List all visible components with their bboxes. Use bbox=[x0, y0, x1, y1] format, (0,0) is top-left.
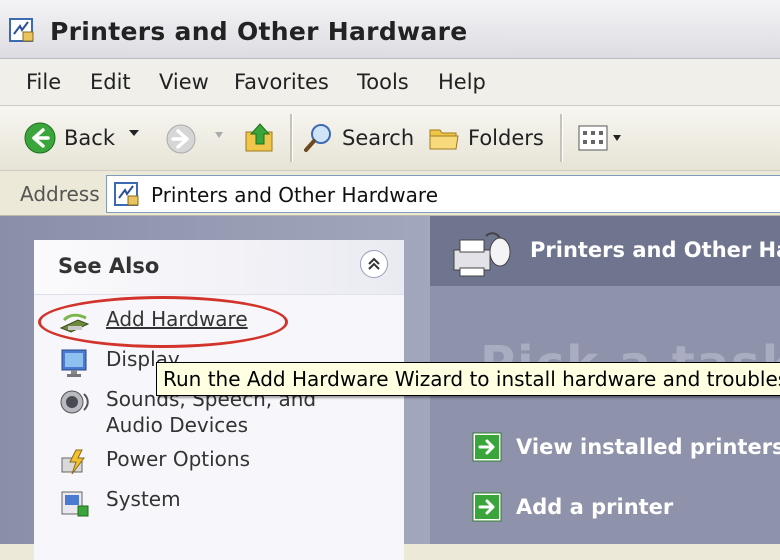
sounds-label-line2: Audio Devices bbox=[106, 413, 249, 437]
chevron-down-icon bbox=[215, 132, 223, 138]
tooltip: Run the Add Hardware Wizard to install h… bbox=[156, 362, 780, 396]
forward-dropdown[interactable] bbox=[214, 131, 224, 139]
sounds-icon bbox=[60, 390, 89, 414]
tooltip-text: Run the Add Hardware Wizard to install h… bbox=[163, 367, 780, 391]
forward-arrow-icon bbox=[166, 124, 196, 154]
power-options-icon bbox=[61, 449, 85, 475]
power-options-link[interactable]: Power Options bbox=[58, 446, 250, 480]
search-label: Search bbox=[342, 126, 415, 150]
printers-folder-icon bbox=[114, 182, 139, 206]
search-icon bbox=[304, 124, 331, 152]
back-label: Back bbox=[64, 126, 115, 150]
forward-button[interactable] bbox=[165, 123, 197, 155]
folders-icon bbox=[429, 129, 459, 150]
menu-help[interactable]: Help bbox=[438, 70, 486, 94]
address-value: Printers and Other Hardware bbox=[151, 183, 439, 207]
menu-bar: File Edit View Favorites Tools Help bbox=[0, 59, 780, 106]
power-options-label: Power Options bbox=[106, 447, 250, 471]
back-arrow-icon bbox=[24, 122, 56, 154]
views-icon bbox=[578, 125, 608, 151]
address-label: Address bbox=[20, 182, 100, 206]
search-button[interactable]: Search bbox=[302, 122, 414, 154]
see-also-header[interactable]: See Also bbox=[34, 240, 404, 295]
task-view-printers-label: View installed printers o bbox=[516, 435, 780, 459]
collapse-button[interactable] bbox=[360, 250, 388, 278]
menu-tools[interactable]: Tools bbox=[357, 70, 409, 94]
back-dropdown[interactable] bbox=[128, 128, 140, 138]
task-add-printer[interactable]: Add a printer bbox=[472, 492, 673, 522]
chevron-down-icon bbox=[129, 130, 139, 136]
green-arrow-icon bbox=[472, 432, 502, 462]
highlight-annotation bbox=[38, 296, 288, 348]
category-title: Printers and Other Ha bbox=[530, 238, 780, 262]
see-also-panel: See Also Add Hardware Display Sounds, Sp… bbox=[34, 240, 404, 560]
address-bar: Address Printers and Other Hardware bbox=[0, 171, 780, 216]
chevron-up-double-icon bbox=[368, 257, 380, 270]
folders-button[interactable]: Folders bbox=[428, 122, 544, 154]
see-also-title: See Also bbox=[58, 254, 160, 278]
menu-file[interactable]: File bbox=[26, 70, 61, 94]
window-title: Printers and Other Hardware bbox=[50, 17, 468, 46]
display-icon bbox=[61, 349, 87, 377]
system-icon bbox=[61, 491, 89, 517]
up-folder-icon bbox=[245, 123, 273, 152]
menu-view[interactable]: View bbox=[159, 70, 209, 94]
up-folder-button[interactable] bbox=[243, 120, 277, 154]
category-banner: Printers and Other Ha bbox=[430, 216, 780, 286]
folders-label: Folders bbox=[468, 126, 544, 150]
title-bar[interactable]: Printers and Other Hardware bbox=[0, 0, 780, 59]
address-field[interactable]: Printers and Other Hardware bbox=[106, 175, 780, 213]
green-arrow-icon bbox=[472, 492, 502, 522]
chevron-down-icon bbox=[613, 135, 621, 141]
task-view-printers[interactable]: View installed printers o bbox=[472, 432, 780, 462]
menu-favorites[interactable]: Favorites bbox=[234, 70, 329, 94]
back-button[interactable]: Back bbox=[24, 122, 115, 154]
menu-edit[interactable]: Edit bbox=[90, 70, 131, 94]
toolbar: Back Search Folders bbox=[0, 106, 780, 171]
printers-folder-icon bbox=[9, 18, 34, 42]
task-add-printer-label: Add a printer bbox=[516, 495, 674, 519]
views-button[interactable] bbox=[578, 124, 622, 152]
system-label: System bbox=[106, 487, 181, 511]
system-link[interactable]: System bbox=[58, 486, 181, 520]
printer-category-icon bbox=[453, 232, 511, 277]
